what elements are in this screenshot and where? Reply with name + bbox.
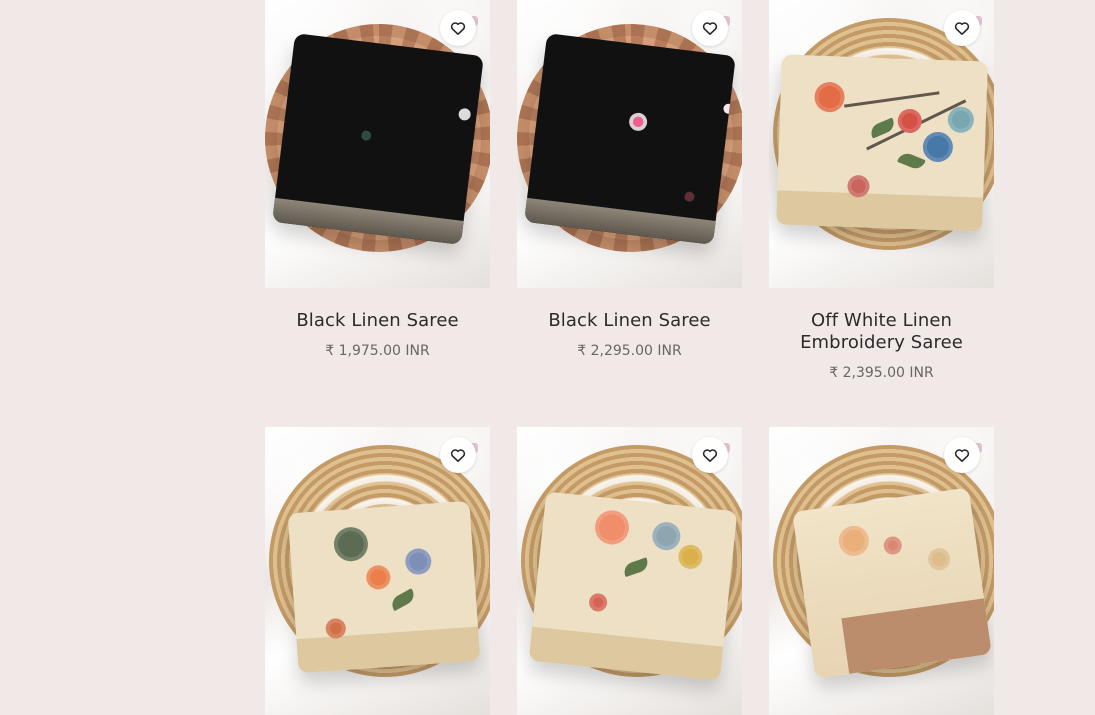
product-title[interactable]: Black Linen Saree <box>517 310 742 332</box>
folded-saree <box>272 33 484 245</box>
embroidery-leaf <box>388 588 418 612</box>
product-price: ₹ 1,975.00 INR <box>325 343 430 359</box>
embroidery-leaf <box>621 557 651 578</box>
wishlist-button[interactable] <box>440 437 476 473</box>
wishlist-button[interactable] <box>944 437 980 473</box>
embroidery-flower <box>404 547 433 576</box>
product-image[interactable] <box>769 0 994 288</box>
embroidery-flower <box>588 592 608 613</box>
embroidery-flower <box>650 520 682 552</box>
motif-dot <box>628 111 649 132</box>
motif-dot <box>683 191 695 203</box>
heart-icon <box>954 449 970 462</box>
folded-saree <box>524 33 736 245</box>
embroidery-flower <box>897 108 923 134</box>
embroidery-flower <box>332 526 370 563</box>
embroidery-leaf <box>897 150 926 172</box>
product-card[interactable]: Off White Linen Embroidery Saree ₹ 2,395… <box>769 0 994 382</box>
embroidery-flower <box>325 617 347 640</box>
embroidery-flower <box>926 546 952 572</box>
heart-icon <box>702 449 718 462</box>
product-image[interactable] <box>517 427 742 715</box>
heart-icon <box>954 22 970 35</box>
embroidery-flower <box>947 106 975 134</box>
heart-icon <box>450 449 466 462</box>
product-title[interactable]: Black Linen Saree <box>265 310 490 332</box>
product-card[interactable] <box>769 427 994 715</box>
product-price: ₹ 2,295.00 INR <box>577 343 682 359</box>
folded-saree <box>792 487 992 679</box>
wishlist-button[interactable] <box>692 10 728 46</box>
embroidery-flower <box>847 174 870 198</box>
motif-dot <box>457 107 472 122</box>
embroidery-stem <box>844 91 940 108</box>
wishlist-button[interactable] <box>944 10 980 46</box>
wishlist-button[interactable] <box>440 10 476 46</box>
product-card[interactable]: Black Linen Saree ₹ 2,295.00 INR <box>517 0 742 360</box>
embroidery-flower <box>365 564 392 591</box>
folded-saree <box>776 54 988 232</box>
wishlist-button[interactable] <box>692 437 728 473</box>
product-title[interactable]: Off White Linen Embroidery Saree <box>769 310 994 354</box>
embroidery-flower <box>814 81 846 113</box>
product-card[interactable] <box>265 427 490 715</box>
heart-icon <box>702 22 718 35</box>
embroidery-flower <box>836 523 871 558</box>
product-card[interactable]: Black Linen Saree ₹ 1,975.00 INR <box>265 0 490 360</box>
heart-icon <box>450 22 466 35</box>
folded-saree <box>528 491 738 681</box>
product-image[interactable] <box>265 427 490 715</box>
motif-dot <box>360 129 372 142</box>
product-image[interactable] <box>769 427 994 715</box>
embroidery-flower <box>882 535 903 556</box>
product-image[interactable] <box>517 0 742 288</box>
embroidery-flower <box>677 543 704 571</box>
embroidery-flower <box>593 508 631 547</box>
product-image[interactable] <box>265 0 490 288</box>
folded-saree <box>287 500 481 674</box>
product-price: ₹ 2,395.00 INR <box>829 365 934 381</box>
embroidery-flower <box>922 131 954 163</box>
product-card[interactable] <box>517 427 742 715</box>
